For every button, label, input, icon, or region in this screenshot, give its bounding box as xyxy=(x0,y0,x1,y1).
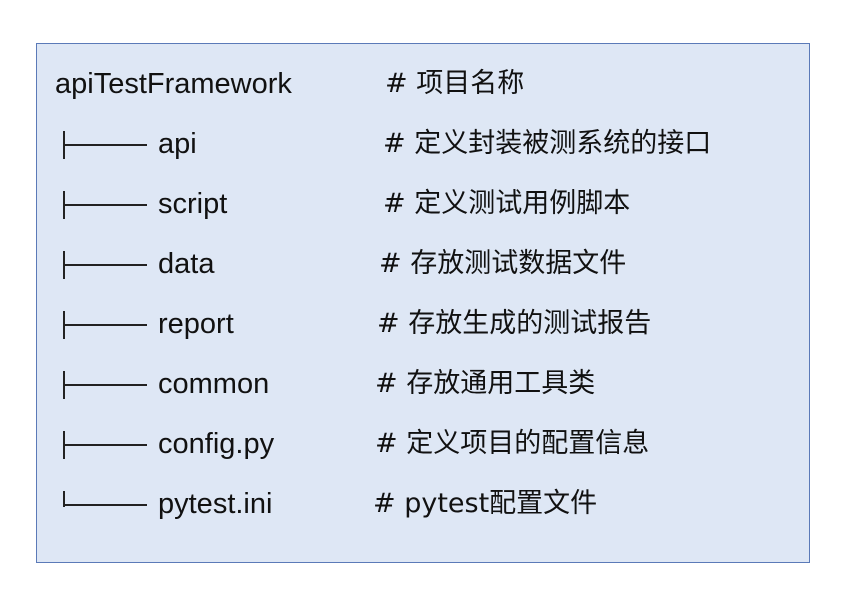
tree-item-name-api: api xyxy=(158,128,197,160)
tree-item-name-script: script xyxy=(158,188,228,220)
tree-branch-connector xyxy=(63,184,147,224)
root-folder-comment: # 项目名称 xyxy=(385,68,525,99)
tree-branch-connector xyxy=(63,304,147,344)
tree-item-comment-common: # 存放通用工具类 xyxy=(375,368,596,399)
tree-item-name-report: report xyxy=(158,308,234,340)
tree-item-comment-script: # 定义测试用例脚本 xyxy=(383,188,631,219)
tree-branch-connector xyxy=(63,124,147,164)
tree-item-comment-api: # 定义封装被测系统的接口 xyxy=(383,128,712,159)
tree-item-name-data: data xyxy=(158,248,215,280)
root-folder-name: apiTestFramework xyxy=(55,68,292,100)
tree-item-comment-report: # 存放生成的测试报告 xyxy=(377,308,652,339)
tree-item-comment-pytest: # pytest配置文件 xyxy=(373,488,598,519)
tree-item-name-common: common xyxy=(158,368,270,400)
tree-branch-connector-last xyxy=(63,484,147,524)
directory-tree-panel: apiTestFramework # 项目名称 api # 定义封装被测系统的接… xyxy=(36,43,810,563)
tree-branch-connector xyxy=(63,424,147,464)
tree-item-comment-data: # 存放测试数据文件 xyxy=(379,248,627,279)
tree-branch-connector xyxy=(63,364,147,404)
tree-item-comment-config: # 定义项目的配置信息 xyxy=(375,428,650,459)
tree-item-name-config: config.py xyxy=(158,428,275,460)
tree-item-name-pytest: pytest.ini xyxy=(158,488,273,520)
tree-branch-connector xyxy=(63,244,147,284)
